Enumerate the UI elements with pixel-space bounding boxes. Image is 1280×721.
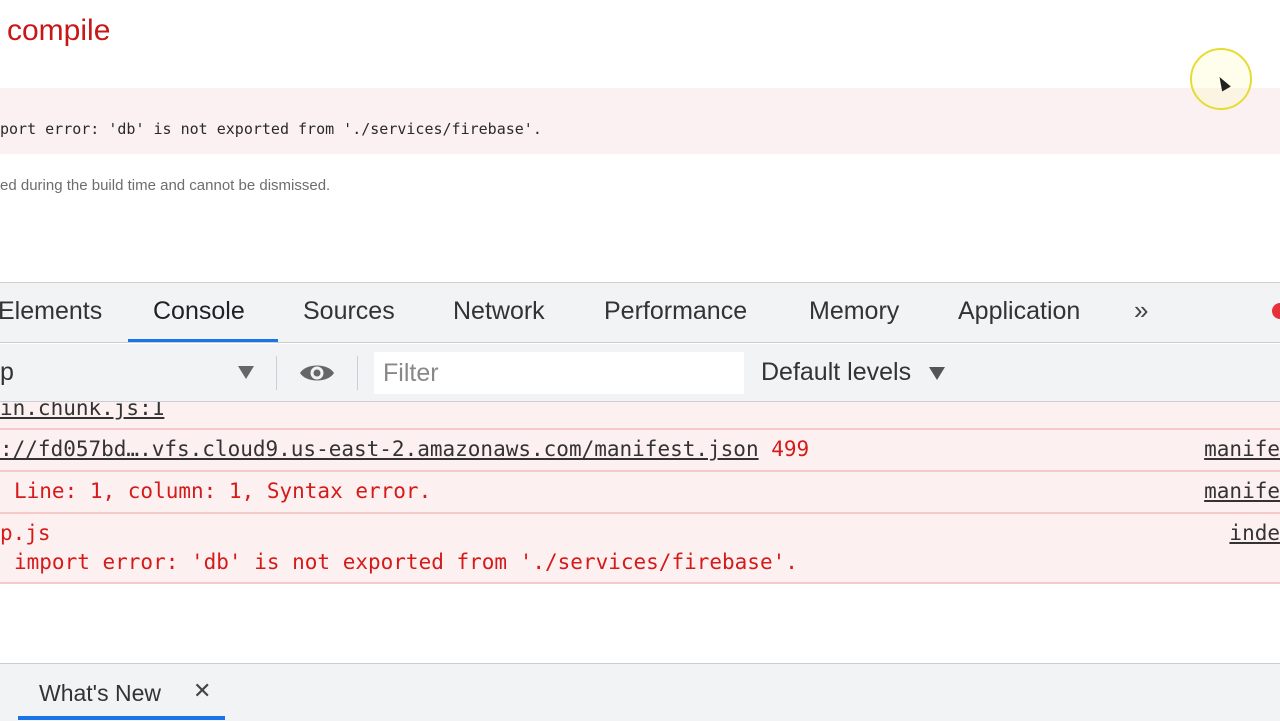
console-message: ://fd057bd….vfs.cloud9.us-east-2.amazona… <box>0 430 1280 472</box>
tab-sources[interactable]: Sources <box>303 297 395 326</box>
console-messages: in.chunk.js:1 ://fd057bd….vfs.cloud9.us-… <box>0 402 1280 664</box>
console-message: p.js import error: 'db' is not exported … <box>0 514 1280 584</box>
active-drawer-tab-indicator <box>18 716 225 720</box>
manifest-url-link[interactable]: ://fd057bd….vfs.cloud9.us-east-2.amazona… <box>0 437 759 461</box>
tab-memory[interactable]: Memory <box>809 297 899 326</box>
message-source-link[interactable]: in.chunk.js:1 <box>0 402 164 420</box>
devtools-panel: Elements Console Sources Network Perform… <box>0 282 1280 721</box>
tab-elements[interactable]: Elements <box>0 297 102 326</box>
tab-network[interactable]: Network <box>453 297 545 326</box>
toolbar-divider <box>276 356 277 390</box>
tab-whats-new[interactable]: What's New <box>39 680 161 707</box>
console-message: Line: 1, column: 1, Syntax error. manife <box>0 472 1280 514</box>
message-file: p.js <box>0 521 51 545</box>
devtools-tabbar: Elements Console Sources Network Perform… <box>0 283 1280 343</box>
message-source-link[interactable]: manife <box>1204 479 1280 503</box>
chevron-down-icon[interactable] <box>238 366 254 379</box>
active-tab-indicator <box>128 339 278 342</box>
more-tabs-icon[interactable]: » <box>1134 295 1148 326</box>
drawer-tabbar: What's New ✕ <box>0 664 1280 721</box>
console-message: in.chunk.js:1 <box>0 402 1280 430</box>
context-selector[interactable]: p <box>0 358 14 387</box>
eye-icon[interactable] <box>298 361 336 385</box>
close-icon[interactable]: ✕ <box>193 678 211 704</box>
overlay-note: ed during the build time and cannot be d… <box>0 177 331 194</box>
console-toolbar: p Default levels <box>0 344 1280 402</box>
log-levels-dropdown[interactable]: Default levels <box>761 358 911 387</box>
chevron-down-icon[interactable] <box>929 367 945 380</box>
tab-performance[interactable]: Performance <box>604 297 747 326</box>
filter-input[interactable] <box>374 352 744 394</box>
tab-console[interactable]: Console <box>153 297 245 326</box>
tab-application[interactable]: Application <box>958 297 1080 326</box>
message-source-link[interactable]: inde <box>1229 521 1280 545</box>
message-text: Line: 1, column: 1, Syntax error. <box>14 479 432 503</box>
error-overlay: compile port error: 'db' is not exported… <box>0 0 1280 282</box>
status-code: 499 <box>771 437 810 461</box>
toolbar-divider <box>357 356 358 390</box>
message-content: ://fd057bd….vfs.cloud9.us-east-2.amazona… <box>0 437 809 461</box>
overlay-error-message: port error: 'db' is not exported from '.… <box>0 120 542 138</box>
message-source-link[interactable]: manife <box>1204 437 1280 461</box>
overlay-title: compile <box>7 14 111 47</box>
message-text: import error: 'db' is not exported from … <box>14 550 798 574</box>
error-count-badge[interactable] <box>1272 303 1280 319</box>
